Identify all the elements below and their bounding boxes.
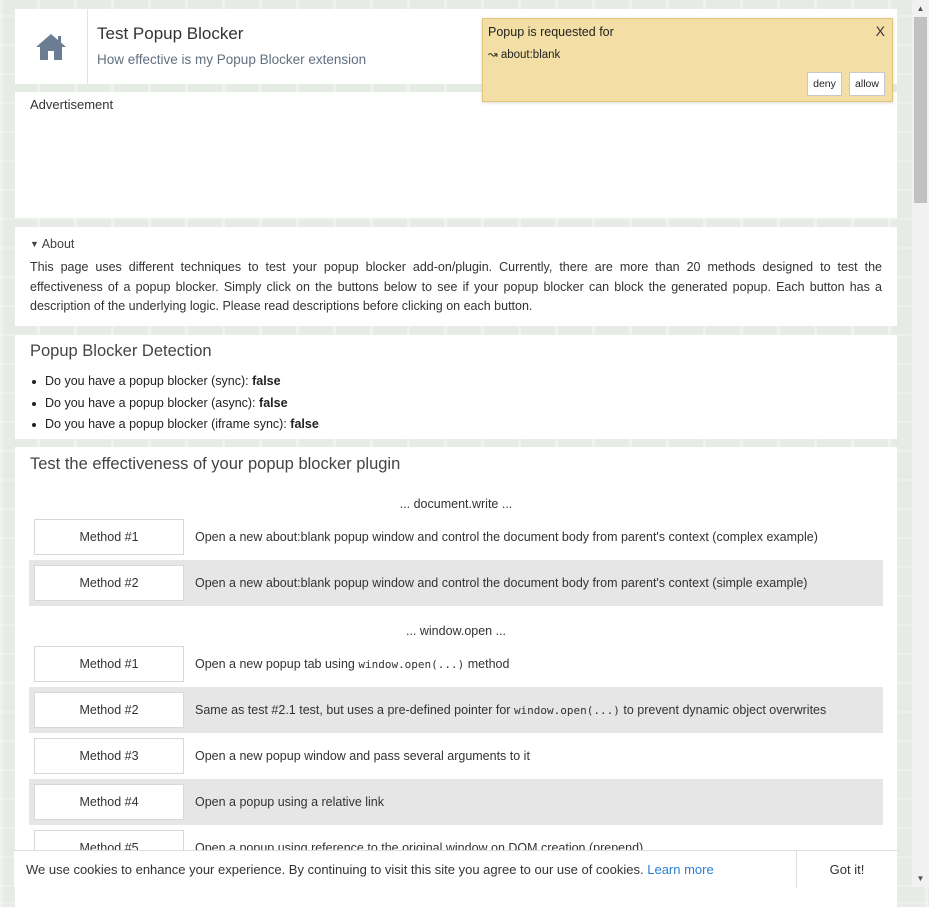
triangle-down-icon: ▼ (30, 239, 39, 249)
method-description: Open a new about:blank popup window and … (195, 576, 808, 590)
document-write-label: ... document.write ... (399, 497, 513, 511)
scrollbar-thumb[interactable] (914, 17, 927, 203)
method-button[interactable]: Method #3 (34, 738, 184, 774)
method-button[interactable]: Method #2 (34, 692, 184, 728)
cookie-banner: We use cookies to enhance your experienc… (14, 850, 897, 888)
desc-code: window.open(...) (513, 704, 620, 717)
detection-label: Do you have a popup blocker (iframe sync… (45, 417, 287, 431)
detection-label: Do you have a popup blocker (sync): (45, 374, 249, 388)
tests-heading: Test the effectiveness of your popup blo… (30, 455, 401, 473)
home-link[interactable] (15, 9, 88, 84)
about-text: This page uses different techniques to t… (30, 260, 882, 313)
home-icon (36, 33, 66, 60)
about-section: ▼ About This page uses different techniq… (15, 227, 897, 326)
method-description: Same as test #2.1 test, but uses a pre-d… (195, 687, 826, 733)
cookie-message: We use cookies to enhance your experienc… (26, 862, 644, 877)
detection-value: false (290, 417, 319, 431)
detection-value: false (252, 374, 281, 388)
table-row: Method #4 Open a popup using a relative … (29, 779, 883, 825)
detection-value: false (259, 395, 288, 410)
method-button[interactable]: Method #1 (34, 646, 184, 682)
table-row: Method #1 Open a new popup tab using win… (29, 641, 883, 687)
advertisement-label: Advertisement (30, 97, 114, 112)
list-item: Do you have a popup blocker (iframe sync… (32, 415, 319, 437)
popup-notification: Popup is requested for ↝ about:blank X d… (482, 18, 893, 102)
close-icon[interactable]: X (876, 23, 885, 39)
detection-label: Do you have a popup blocker (async): (45, 395, 256, 410)
table-row: Method #1 Open a new about:blank popup w… (29, 514, 883, 560)
scroll-up-icon[interactable]: ▲ (912, 0, 929, 17)
tests-section: Test the effectiveness of your popup blo… (15, 447, 897, 907)
method-description: Open a new popup tab using window.open(.… (195, 641, 509, 687)
list-item: Do you have a popup blocker (sync): fals… (32, 372, 319, 394)
desc-code: window.open(...) (358, 658, 465, 671)
method-button[interactable]: Method #2 (34, 565, 184, 601)
method-button[interactable]: Method #4 (34, 784, 184, 820)
about-summary-label: About (41, 237, 75, 251)
about-toggle[interactable]: ▼ About (30, 237, 74, 251)
advertisement-panel: Advertisement (15, 92, 897, 218)
cookie-text: We use cookies to enhance your experienc… (26, 862, 714, 877)
table-row: Method #2 Same as test #2.1 test, but us… (29, 687, 883, 733)
site-title[interactable]: Test Popup Blocker (97, 24, 243, 44)
got-it-button[interactable]: Got it! (796, 851, 897, 888)
desc-text: Same as test #2.1 test, but uses a pre-d… (195, 703, 514, 717)
table-row: Method #3 Open a new popup window and pa… (29, 733, 883, 779)
popup-notification-url: ↝ about:blank (488, 49, 561, 61)
allow-button[interactable]: allow (849, 72, 885, 96)
desc-text: to prevent dynamic object overwrites (619, 703, 827, 717)
method-button[interactable]: Method #1 (34, 519, 184, 555)
scroll-down-icon[interactable]: ▼ (912, 870, 929, 887)
method-description: Open a popup using a relative link (195, 795, 385, 809)
deny-button[interactable]: deny (807, 72, 842, 96)
detection-heading: Popup Blocker Detection (30, 342, 212, 360)
detection-list: Do you have a popup blocker (sync): fals… (32, 372, 319, 437)
list-item: Do you have a popup blocker (async): fal… (32, 394, 319, 416)
window-open-label: ... window.open ... (405, 624, 507, 638)
method-description: Open a new about:blank popup window and … (195, 530, 818, 544)
scrollbar[interactable]: ▲ ▼ (912, 0, 929, 887)
desc-text: method (464, 657, 510, 671)
detection-section: Popup Blocker Detection Do you have a po… (15, 335, 897, 439)
method-description: Open a new popup window and pass several… (195, 749, 530, 763)
popup-notification-title: Popup is requested for (488, 25, 614, 39)
site-subtitle: How effective is my Popup Blocker extens… (97, 52, 367, 67)
desc-text: Open a new popup tab using (195, 657, 359, 671)
table-row: Method #2 Open a new about:blank popup w… (29, 560, 883, 606)
learn-more-link[interactable]: Learn more (647, 862, 713, 877)
